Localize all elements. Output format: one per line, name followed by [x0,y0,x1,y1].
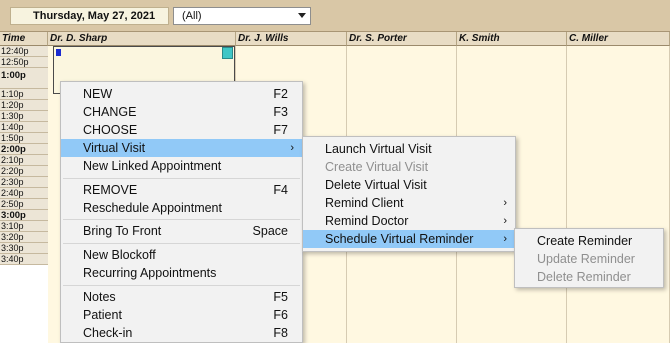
menu-item-label: Virtual Visit [83,141,146,155]
menu-item-label: Patient [83,308,122,322]
menu-item-virtual-visit[interactable]: Virtual Visit › [61,139,302,157]
column-header-wills[interactable]: Dr. J. Wills [236,32,347,46]
provider-filter-value: (All) [182,10,202,22]
menu-item-shortcut: F8 [273,326,288,340]
menu-item-label: Recurring Appointments [83,266,217,280]
menu-item-launch-virtual-visit[interactable]: Launch Virtual Visit [303,140,515,158]
menu-item-check-in[interactable]: Check-in F8 [61,324,302,342]
column-header-smith[interactable]: K. Smith [457,32,567,46]
appointment-tag-icon [222,47,233,59]
menu-separator [63,243,300,244]
menu-separator [63,285,300,286]
column-header-porter[interactable]: Dr. S. Porter [347,32,457,46]
menu-item-label: Remind Client [325,196,404,210]
menu-item-notes[interactable]: Notes F5 [61,288,302,306]
menu-item-label: Reschedule Appointment [83,201,222,215]
menu-item-shortcut: F4 [273,183,288,197]
column-header-sharp[interactable]: Dr. D. Sharp [48,32,236,46]
time-slot: 1:40p [0,122,48,133]
time-slot: 2:20p [0,166,48,177]
time-column: 12:40p 12:50p 1:00p 1:10p 1:20p 1:30p 1:… [0,46,48,265]
submenu-arrow-icon: › [290,142,294,154]
submenu-arrow-icon: › [503,215,507,227]
time-slot: 2:10p [0,155,48,166]
time-slot: 3:00p [0,210,48,221]
menu-item-label: Delete Virtual Visit [325,178,427,192]
menu-item-update-reminder: Update Reminder [515,250,663,268]
virtual-visit-submenu: Launch Virtual Visit Create Virtual Visi… [302,136,516,252]
menu-item-shortcut: Space [252,224,288,238]
menu-item-recurring-appointments[interactable]: Recurring Appointments [61,264,302,282]
menu-item-label: REMOVE [83,183,138,197]
date-display[interactable]: Thursday, May 27, 2021 [10,7,169,25]
menu-item-delete-virtual-visit[interactable]: Delete Virtual Visit [303,176,515,194]
submenu-arrow-icon: › [503,197,507,209]
time-slot: 1:30p [0,111,48,122]
menu-item-choose[interactable]: CHOOSE F7 [61,121,302,139]
provider-filter-dropdown[interactable]: (All) [173,7,311,25]
time-slot: 2:50p [0,199,48,210]
menu-item-label: Schedule Virtual Reminder [325,232,474,246]
menu-item-shortcut: F3 [273,105,288,119]
time-slot: 3:30p [0,243,48,254]
menu-item-label: New Blockoff [83,248,156,262]
menu-item-new-blockoff[interactable]: New Blockoff [61,246,302,264]
column-header-miller[interactable]: C. Miller [567,32,670,46]
menu-item-create-reminder[interactable]: Create Reminder [515,232,663,250]
menu-item-shortcut: F2 [273,87,288,101]
context-menu: NEW F2 CHANGE F3 CHOOSE F7 Virtual Visit › N… [60,81,303,343]
reminder-submenu: Create Reminder Update Reminder Delete R… [514,228,664,288]
menu-item-label: Notes [83,290,116,304]
menu-item-schedule-virtual-reminder[interactable]: Schedule Virtual Reminder › [303,230,515,248]
menu-separator [63,178,300,179]
menu-item-remind-client[interactable]: Remind Client › [303,194,515,212]
menu-item-shortcut: F5 [273,290,288,304]
menu-item-new[interactable]: NEW F2 [61,85,302,103]
menu-item-shortcut: F7 [273,123,288,137]
time-slot: 3:40p [0,254,48,265]
time-slot: 2:00p [0,144,48,155]
menu-item-label: NEW [83,87,113,101]
menu-item-patient[interactable]: Patient F6 [61,306,302,324]
time-slot: 2:40p [0,188,48,199]
menu-item-delete-reminder: Delete Reminder [515,268,663,286]
menu-item-label: Create Reminder [537,234,633,248]
menu-item-create-virtual-visit: Create Virtual Visit [303,158,515,176]
menu-item-label: Launch Virtual Visit [325,142,432,156]
time-slot: 2:30p [0,177,48,188]
menu-item-label: Remind Doctor [325,214,409,228]
menu-item-label: CHANGE [83,105,137,119]
column-miller[interactable] [567,46,670,343]
menu-item-label: Check-in [83,326,133,340]
menu-item-bring-to-front[interactable]: Bring To Front Space [61,222,302,240]
menu-item-reschedule-appointment[interactable]: Reschedule Appointment [61,199,302,217]
menu-item-change[interactable]: CHANGE F3 [61,103,302,121]
time-slot: 1:00p [0,68,48,89]
menu-item-new-linked-appointment[interactable]: New Linked Appointment [61,157,302,175]
menu-item-label: New Linked Appointment [83,159,222,173]
menu-item-label: CHOOSE [83,123,138,137]
time-slot: 12:40p [0,46,48,57]
menu-item-label: Bring To Front [83,224,162,238]
time-slot: 3:20p [0,232,48,243]
time-slot: 3:10p [0,221,48,232]
time-slot: 12:50p [0,57,48,68]
appointment-status-icon [56,49,61,56]
menu-item-label: Update Reminder [537,252,635,266]
menu-item-label: Delete Reminder [537,270,631,284]
submenu-arrow-icon: › [503,233,507,245]
chevron-down-icon [298,13,306,18]
column-header-time: Time [0,32,48,46]
time-slot: 1:50p [0,133,48,144]
menu-item-remove[interactable]: REMOVE F4 [61,181,302,199]
time-slot: 1:20p [0,100,48,111]
schedule-toolbar: Thursday, May 27, 2021 (All) [0,0,670,32]
menu-item-shortcut: F6 [273,308,288,322]
menu-item-remind-doctor[interactable]: Remind Doctor › [303,212,515,230]
menu-separator [63,219,300,220]
time-slot: 1:10p [0,89,48,100]
menu-item-label: Create Virtual Visit [325,160,429,174]
